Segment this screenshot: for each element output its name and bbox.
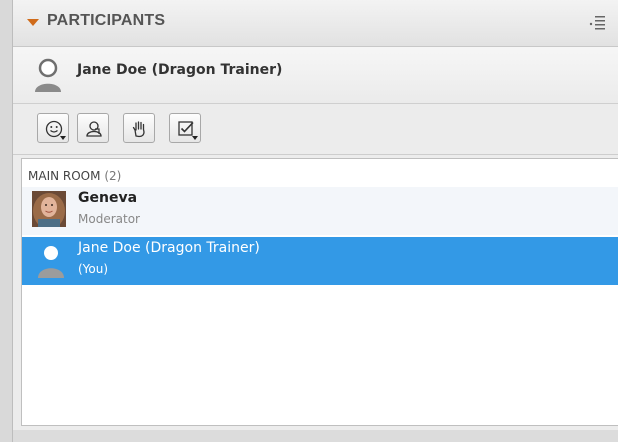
room-count: (2) — [104, 169, 122, 183]
current-user-name: Jane Doe (Dragon Trainer) — [77, 62, 283, 78]
dropdown-arrow-icon — [192, 136, 198, 140]
panel-menu-icon[interactable] — [587, 12, 609, 32]
role-button[interactable] — [77, 113, 109, 143]
participants-panel: PARTICIPANTS Jane Doe (Dragon Trainer) M… — [12, 0, 618, 442]
user-role-icon — [86, 121, 102, 137]
panel-footer — [13, 430, 618, 442]
panel-title: PARTICIPANTS — [47, 12, 166, 29]
participant-role: (You) — [78, 262, 109, 276]
participant-name: Geneva — [78, 190, 138, 206]
participants-toolbar — [13, 104, 618, 155]
user-silhouette-icon — [35, 58, 61, 92]
participant-role: Moderator — [78, 212, 140, 226]
dropdown-arrow-icon — [60, 136, 66, 140]
user-silhouette-icon — [38, 246, 64, 278]
room-name: MAIN ROOM — [28, 169, 101, 183]
raise-hand-button[interactable] — [123, 113, 155, 143]
list-item[interactable]: Geneva Moderator — [22, 187, 618, 235]
collapse-arrow-icon[interactable] — [27, 19, 39, 26]
avatar — [32, 191, 66, 227]
participants-list[interactable]: MAIN ROOM (2) Geneva Moderator Jane Doe … — [21, 158, 618, 426]
hand-icon — [132, 121, 145, 138]
agree-button[interactable] — [169, 113, 201, 143]
current-user-row: Jane Doe (Dragon Trainer) — [13, 47, 618, 104]
list-item[interactable]: Jane Doe (Dragon Trainer) (You) — [22, 237, 618, 285]
room-label[interactable]: MAIN ROOM (2) — [28, 169, 121, 183]
status-button[interactable] — [37, 113, 69, 143]
participant-name: Jane Doe (Dragon Trainer) — [78, 240, 260, 256]
panel-header[interactable]: PARTICIPANTS — [13, 0, 618, 47]
